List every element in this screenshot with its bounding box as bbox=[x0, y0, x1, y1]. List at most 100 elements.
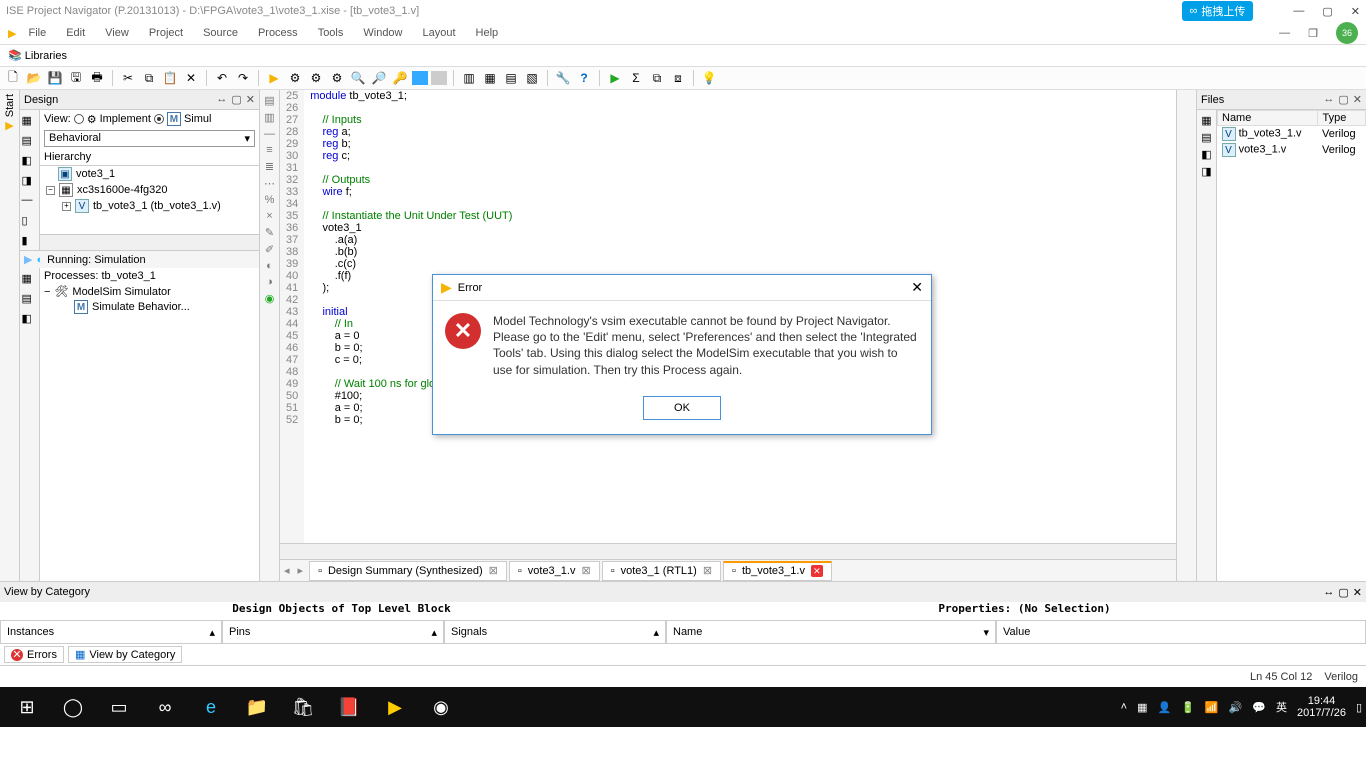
col-signals[interactable]: Signals▴ bbox=[444, 620, 666, 644]
tray-up-icon[interactable]: ˄ bbox=[1121, 701, 1127, 713]
bulb-icon[interactable]: 💡 bbox=[700, 69, 718, 87]
e8-icon[interactable]: × bbox=[266, 210, 272, 222]
tray-icon[interactable]: ▦ bbox=[1137, 701, 1147, 714]
layout4-icon[interactable]: ▧ bbox=[523, 69, 541, 87]
simul-radio[interactable] bbox=[154, 114, 164, 124]
start-tab[interactable]: Start bbox=[4, 94, 16, 117]
dicon7-icon[interactable]: ▮ bbox=[22, 234, 38, 250]
picon2-icon[interactable]: ▤ bbox=[22, 292, 38, 308]
wrench-icon[interactable]: 🔧 bbox=[554, 69, 572, 87]
delete-icon[interactable]: ✕ bbox=[182, 69, 200, 87]
proc-collapse-icon[interactable]: − bbox=[44, 286, 50, 298]
redo-icon[interactable]: ↷ bbox=[234, 69, 252, 87]
clock-time[interactable]: 19:44 bbox=[1308, 695, 1336, 707]
e6-icon[interactable]: ⋯ bbox=[264, 177, 275, 190]
fp-float-icon[interactable]: ▢ bbox=[1338, 93, 1348, 106]
tab-errors[interactable]: ✕Errors bbox=[4, 646, 64, 663]
copy-icon[interactable]: ⧉ bbox=[140, 69, 158, 87]
key-icon[interactable]: 🔑 bbox=[391, 69, 409, 87]
strip-play-icon[interactable]: ▶ bbox=[5, 119, 13, 132]
menu-tools[interactable]: Tools bbox=[310, 25, 352, 41]
sort-icon[interactable]: ▴ bbox=[653, 626, 659, 639]
e9-icon[interactable]: ✎ bbox=[265, 226, 274, 239]
picon1-icon[interactable]: ▦ bbox=[22, 272, 38, 288]
menu-project[interactable]: Project bbox=[141, 25, 191, 41]
badge-icon[interactable]: 36 bbox=[1336, 22, 1358, 44]
tree-hscroll[interactable] bbox=[40, 234, 259, 250]
new-icon[interactable]: 🗋 bbox=[4, 69, 22, 87]
e10-icon[interactable]: ✐ bbox=[265, 243, 274, 256]
fp-close-icon[interactable]: ✕ bbox=[1353, 93, 1362, 106]
vc-float-icon[interactable]: ▢ bbox=[1338, 586, 1348, 599]
notif-icon[interactable]: ▯ bbox=[1356, 701, 1362, 714]
start-icon[interactable]: ⊞ bbox=[4, 687, 50, 727]
vc-close-icon[interactable]: ✕ bbox=[1353, 586, 1362, 599]
close-icon[interactable]: ✕ bbox=[1351, 5, 1360, 18]
pane-close-icon[interactable]: ✕ bbox=[246, 93, 255, 106]
taskview-icon[interactable]: ▭ bbox=[96, 687, 142, 727]
ime-label[interactable]: 英 bbox=[1276, 699, 1287, 715]
col-name[interactable]: Name▾ bbox=[666, 620, 996, 644]
mdi-minimize-icon[interactable]: — bbox=[1279, 27, 1290, 39]
menu-window[interactable]: Window bbox=[355, 25, 410, 41]
ise-icon[interactable]: ▶ bbox=[372, 687, 418, 727]
tab-viewcat[interactable]: ▦View by Category bbox=[68, 646, 182, 663]
f1-icon[interactable]: ▦ bbox=[1201, 114, 1211, 127]
menu-view[interactable]: View bbox=[97, 25, 137, 41]
layout1-icon[interactable]: ▥ bbox=[460, 69, 478, 87]
tree-collapse-icon[interactable]: − bbox=[46, 186, 55, 195]
editor-tab[interactable]: ▫vote3_1 (RTL1)⊠ bbox=[602, 561, 721, 581]
f3-icon[interactable]: ◧ bbox=[1201, 148, 1211, 161]
open-icon[interactable]: 📂 bbox=[25, 69, 43, 87]
app2-icon[interactable]: 📕 bbox=[326, 687, 372, 727]
tab-close-icon[interactable]: ✕ bbox=[811, 565, 823, 577]
e2-icon[interactable]: ▥ bbox=[264, 111, 274, 124]
modelsim-label[interactable]: ModelSim Simulator bbox=[72, 286, 170, 298]
volume-icon[interactable]: 🔊 bbox=[1229, 701, 1243, 714]
e3-icon[interactable]: — bbox=[264, 128, 275, 140]
dicon6-icon[interactable]: ▯ bbox=[22, 214, 38, 230]
tab-close-icon[interactable]: ⊠ bbox=[489, 564, 498, 577]
vc-pin-icon[interactable]: ↔ bbox=[1323, 586, 1334, 599]
app1-icon[interactable]: ∞ bbox=[142, 687, 188, 727]
store-icon[interactable]: 🛍 bbox=[280, 687, 326, 727]
play-icon[interactable]: ▶ bbox=[265, 69, 283, 87]
cog2-icon[interactable]: ⚙ bbox=[307, 69, 325, 87]
files-table[interactable]: NameType V tb_vote3_1.vVerilog V vote3_1… bbox=[1217, 110, 1366, 158]
e1-icon[interactable]: ▤ bbox=[264, 94, 274, 107]
tool1-icon[interactable]: Σ bbox=[627, 69, 645, 87]
help-icon[interactable]: ? bbox=[575, 69, 593, 87]
pane-pin-icon[interactable]: ↔ bbox=[216, 93, 227, 106]
saveall-icon[interactable]: 🖫 bbox=[67, 69, 85, 87]
pane-float-icon[interactable]: ▢ bbox=[231, 93, 241, 106]
sim-combo[interactable]: Behavioral▾ bbox=[44, 130, 255, 147]
flag-icon[interactable] bbox=[412, 71, 428, 85]
e7-icon[interactable]: % bbox=[265, 194, 275, 206]
col-value[interactable]: Value bbox=[996, 620, 1366, 644]
col-instances[interactable]: Instances▴ bbox=[0, 620, 222, 644]
upload-button[interactable]: ∞ 拖拽上传 bbox=[1182, 1, 1254, 21]
minimize-icon[interactable]: — bbox=[1293, 5, 1304, 18]
e5-icon[interactable]: ≣ bbox=[265, 160, 274, 173]
maximize-icon[interactable]: ▢ bbox=[1322, 5, 1332, 18]
battery-icon[interactable]: 🔋 bbox=[1181, 701, 1195, 714]
save-icon[interactable]: 💾 bbox=[46, 69, 64, 87]
clock-date[interactable]: 2017/7/26 bbox=[1297, 707, 1346, 719]
layout3-icon[interactable]: ▤ bbox=[502, 69, 520, 87]
run-arrow-icon[interactable]: ▶ bbox=[24, 253, 32, 266]
e11-icon[interactable]: ◐ bbox=[266, 260, 273, 272]
editor-tab[interactable]: ▫tb_vote3_1.v✕ bbox=[723, 561, 832, 581]
tool2-icon[interactable]: ⧉ bbox=[648, 69, 666, 87]
e4-icon[interactable]: ≡ bbox=[266, 144, 272, 156]
editor-tab[interactable]: ▫Design Summary (Synthesized)⊠ bbox=[309, 561, 507, 581]
ok-button[interactable]: OK bbox=[643, 396, 721, 420]
people-icon[interactable]: 👤 bbox=[1157, 701, 1171, 714]
zoom2-icon[interactable]: 🔎 bbox=[370, 69, 388, 87]
sort-icon[interactable]: ▴ bbox=[209, 626, 215, 639]
sort-icon[interactable]: ▾ bbox=[983, 626, 989, 639]
action-icon[interactable]: 💬 bbox=[1252, 701, 1266, 714]
e13-icon[interactable]: ◉ bbox=[265, 292, 275, 305]
col-pins[interactable]: Pins▴ bbox=[222, 620, 444, 644]
editor-tab[interactable]: ▫vote3_1.v⊠ bbox=[509, 561, 600, 581]
dialog-close-icon[interactable]: ✕ bbox=[911, 279, 923, 296]
